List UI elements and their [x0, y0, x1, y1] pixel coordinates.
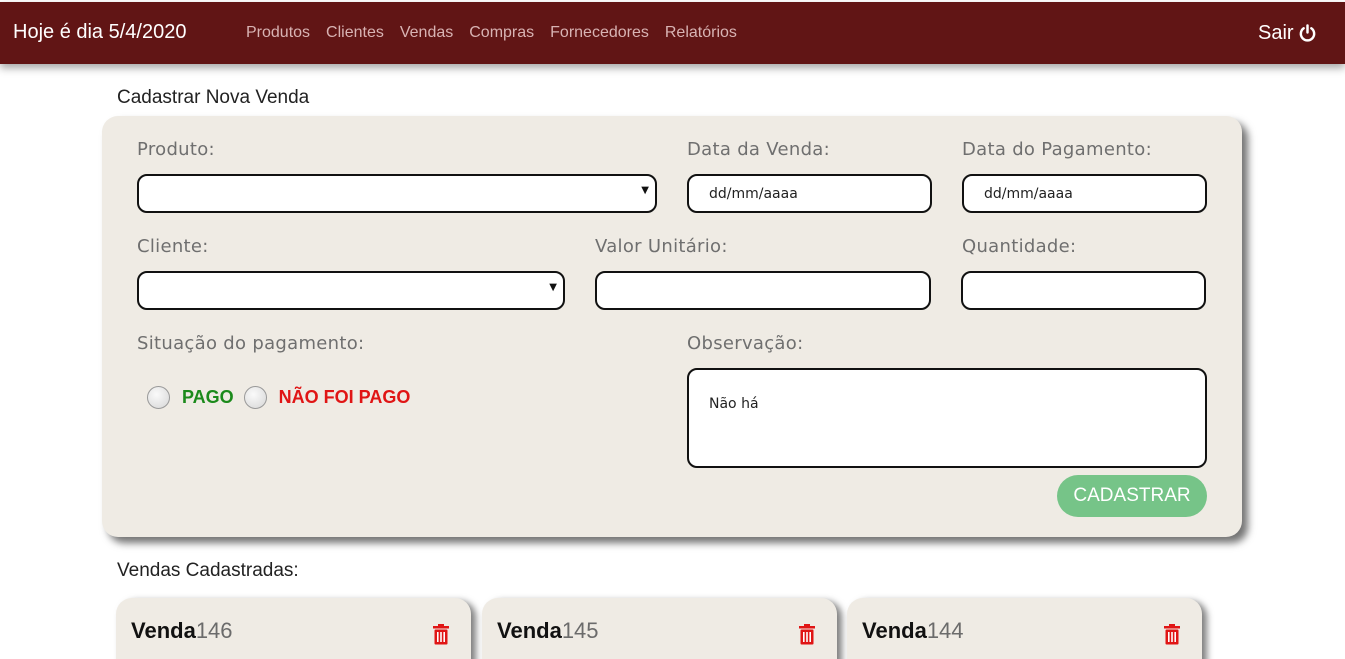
nav-produtos[interactable]: Produtos [246, 24, 310, 42]
situacao-label: Situação do pagamento: [137, 333, 365, 354]
quantidade-input[interactable] [961, 271, 1206, 310]
sale-card[interactable]: Venda144 [847, 598, 1202, 659]
nao-pago-radio[interactable] [243, 386, 267, 409]
observacao-textarea[interactable]: Não há [687, 368, 1207, 468]
observacao-label: Observação: [687, 333, 804, 354]
exit-label: Sair [1258, 22, 1294, 44]
sale-card[interactable]: Venda146 [116, 598, 471, 659]
sales-title: Vendas Cadastradas: [117, 560, 299, 581]
sale-label: Venda [131, 618, 196, 643]
nav-compras[interactable]: Compras [469, 24, 534, 42]
nav-fornecedores[interactable]: Fornecedores [550, 24, 649, 42]
data-pagamento-input[interactable]: dd/mm/aaaa [962, 174, 1207, 213]
sale-card[interactable]: Venda145 [482, 598, 837, 659]
nav-vendas[interactable]: Vendas [400, 24, 453, 42]
sale-label: Venda [497, 618, 562, 643]
new-sale-form: Produto: ▼ Data da Venda: dd/mm/aaaa Dat… [102, 116, 1242, 537]
valor-unitario-input[interactable] [595, 271, 931, 310]
trash-icon[interactable] [1163, 624, 1181, 645]
top-navbar: Hoje é dia 5/4/2020 Produtos Clientes Ve… [0, 2, 1345, 64]
sale-number: 146 [195, 618, 233, 643]
cliente-label: Cliente: [137, 236, 209, 257]
produto-label: Produto: [137, 139, 215, 160]
power-icon [1299, 24, 1315, 42]
sale-number: 145 [561, 618, 599, 643]
data-pagamento-label: Data do Pagamento: [962, 139, 1152, 160]
nav-clientes[interactable]: Clientes [326, 24, 384, 42]
main-nav: Produtos Clientes Vendas Compras Fornece… [246, 24, 753, 42]
data-venda-input[interactable]: dd/mm/aaaa [687, 174, 932, 213]
valor-unitario-label: Valor Unitário: [595, 236, 728, 257]
trash-icon[interactable] [432, 624, 450, 645]
exit-button[interactable]: Sair [1258, 22, 1317, 45]
cadastrar-button[interactable]: CADASTRAR [1057, 475, 1207, 517]
chevron-down-icon: ▼ [549, 282, 557, 293]
chevron-down-icon: ▼ [641, 185, 649, 196]
current-date: Hoje é dia 5/4/2020 [13, 21, 187, 43]
trash-icon[interactable] [798, 624, 816, 645]
nao-pago-label[interactable]: NÃO FOI PAGO [279, 387, 411, 408]
pago-radio[interactable] [147, 386, 170, 409]
sale-number: 144 [926, 618, 964, 643]
nav-relatorios[interactable]: Relatórios [665, 24, 737, 42]
payment-status-group: PAGO NÃO FOI PAGO [147, 386, 420, 409]
sale-label: Venda [862, 618, 927, 643]
produto-select[interactable]: ▼ [137, 174, 657, 213]
cliente-select[interactable]: ▼ [137, 271, 565, 310]
quantidade-label: Quantidade: [962, 236, 1077, 257]
form-title: Cadastrar Nova Venda [117, 87, 310, 108]
pago-label[interactable]: PAGO [182, 387, 234, 408]
data-venda-label: Data da Venda: [687, 139, 830, 160]
